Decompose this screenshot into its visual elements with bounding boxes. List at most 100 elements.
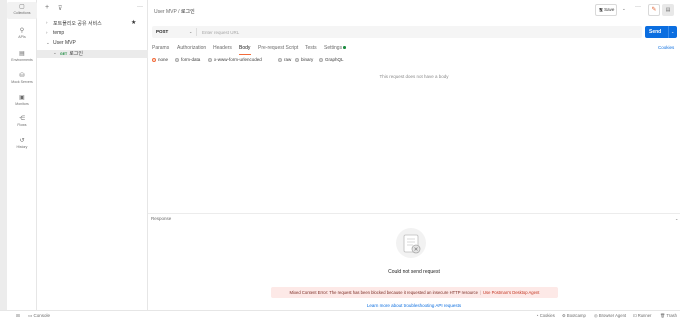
star-icon[interactable]: ★ <box>131 19 136 26</box>
rail-item-mock-servers[interactable]: ⛁ Mock Servers <box>7 73 37 84</box>
method-select[interactable]: POST <box>156 29 168 34</box>
body-option-label: x-www-form-urlencoded <box>214 57 262 62</box>
statusbar-label: Trash <box>666 313 677 318</box>
body-option-none[interactable]: none <box>152 57 168 62</box>
filter-icon[interactable]: ⊽ <box>58 5 62 12</box>
statusbar-bootcamp[interactable]: ⚙ Bootcamp <box>562 313 586 318</box>
send-label: Send <box>649 29 662 35</box>
edit-pencil-icon[interactable]: ✎ <box>648 4 660 16</box>
mock-servers-icon: ⛁ <box>19 73 25 79</box>
documentation-icon[interactable]: ▤ <box>662 4 674 16</box>
body-option-graphql[interactable]: GraphQL <box>319 57 344 62</box>
body-option-binary[interactable]: binary <box>295 57 313 62</box>
url-bar: POST ⌄ <box>152 26 642 38</box>
statusbar-runner[interactable]: ⊡ Runner <box>633 313 651 318</box>
body-type-options: none form-data x-www-form-urlencoded raw… <box>152 57 552 65</box>
error-banner: Mixed Content Error: The request has bee… <box>271 287 558 298</box>
banner-separator: | <box>479 290 482 295</box>
send-button[interactable]: Send ⌄ <box>645 26 677 38</box>
history-icon: ↺ <box>19 138 25 144</box>
radio-icon <box>295 57 299 62</box>
more-actions-icon[interactable]: ··· <box>635 4 641 16</box>
no-body-message: This request does not have a body <box>379 74 449 79</box>
body-option-label: raw <box>284 57 292 62</box>
tree-item-request[interactable]: ⌄ GET 로그인 <box>37 50 148 58</box>
rail-item-label: APIs <box>18 35 26 39</box>
body-option-label: GraphQL <box>325 57 344 62</box>
response-label: Response <box>151 216 172 221</box>
radio-icon <box>208 57 212 62</box>
body-option-label: form-data <box>181 57 201 62</box>
tree-item-collection[interactable]: › temp <box>37 30 148 38</box>
rail-item-label: Environments <box>11 58 33 62</box>
tab-body[interactable]: Body <box>239 45 250 51</box>
rail-item-monitors[interactable]: ▣ Monitors <box>7 95 37 106</box>
layout-toggle-icon[interactable]: ⊟ <box>16 313 20 319</box>
method-badge: GET <box>60 52 68 56</box>
request-workspace: User MVP / 로그인 🖫 Save ⌄ ··· ✎ ▤ POST ⌄ S… <box>148 0 680 310</box>
tab-pre-request-script[interactable]: Pre-request Script <box>258 45 298 51</box>
apis-icon: ⚲ <box>19 28 25 34</box>
tab-tests[interactable]: Tests <box>305 45 317 51</box>
flows-icon: ⋲ <box>19 116 25 122</box>
console-label: Console <box>33 313 51 318</box>
save-dropdown-chevron-icon[interactable]: ⌄ <box>622 6 626 18</box>
collections-icon: ▢ <box>19 4 25 10</box>
method-chevron-icon[interactable]: ⌄ <box>189 29 192 34</box>
desktop-agent-link[interactable]: Use Postman's Desktop Agent <box>483 290 539 295</box>
request-tabs: Params Authorization Headers Body Pre-re… <box>152 45 680 55</box>
save-label: Save <box>604 7 615 12</box>
add-collection-button[interactable]: + <box>45 4 49 11</box>
response-divider <box>148 213 680 214</box>
radio-icon <box>319 57 323 62</box>
tab-authorization[interactable]: Authorization <box>177 45 206 51</box>
url-input[interactable] <box>202 27 632 37</box>
radio-icon <box>278 57 282 62</box>
cookies-link[interactable]: Cookies <box>658 45 674 50</box>
statusbar-browser-agent[interactable]: ◎ Browser Agent <box>594 313 626 318</box>
tab-headers[interactable]: Headers <box>213 45 232 51</box>
radio-icon <box>175 57 179 62</box>
statusbar-cookies[interactable]: ◔ Cookies <box>536 313 555 318</box>
console-icon: ▭ <box>28 313 33 318</box>
console-button[interactable]: ▭ Console <box>28 313 50 319</box>
chevron-right-icon: › <box>46 30 48 35</box>
send-dropdown-chevron-icon[interactable]: ⌄ <box>671 26 674 38</box>
body-option-form-data[interactable]: form-data <box>175 57 200 62</box>
body-option-label: none <box>158 57 169 62</box>
tab-settings-label: Settings <box>324 45 343 51</box>
rail-item-collections[interactable]: ▢ Collections <box>7 2 37 19</box>
monitors-icon: ▣ <box>19 95 25 101</box>
statusbar-label: Browser Agent <box>598 313 627 318</box>
tab-params[interactable]: Params <box>152 45 169 51</box>
rail-item-flows[interactable]: ⋲ Flows <box>7 116 37 127</box>
body-option-x-www-form-urlencoded[interactable]: x-www-form-urlencoded <box>208 57 262 62</box>
postman-web-app: ▢ Collections ⚲ APIs ▤ Environments ⛁ Mo… <box>0 0 680 320</box>
tab-settings[interactable]: Settings <box>324 45 346 51</box>
body-option-label: binary <box>301 57 314 62</box>
rail-item-apis[interactable]: ⚲ APIs <box>7 28 37 39</box>
rail-item-history[interactable]: ↺ History <box>7 138 37 149</box>
breadcrumb-current[interactable]: 로그인 <box>181 9 195 15</box>
tree-item-collection[interactable]: › 포트폴리오 공유 서비스 ★ <box>37 20 148 28</box>
learn-more-link[interactable]: Learn more about troubleshooting API req… <box>148 303 680 308</box>
body-option-raw[interactable]: raw <box>278 57 291 62</box>
more-options-icon[interactable]: ··· <box>137 4 143 10</box>
send-divider <box>668 26 669 38</box>
tree-item-collection[interactable]: ⌄ User MVP <box>37 40 148 48</box>
tree-item-label: temp <box>53 30 65 36</box>
rail-item-label: Monitors <box>15 102 29 106</box>
rail-item-label: Collections <box>13 11 31 15</box>
collections-sidebar: + ⊽ ··· › 포트폴리오 공유 서비스 ★ › temp ⌄ User M… <box>37 0 148 310</box>
save-icon: 🖫 <box>599 7 603 12</box>
breadcrumb-parent[interactable]: User MVP <box>154 9 177 15</box>
chevron-down-icon: ⌄ <box>53 50 57 55</box>
icon-rail: ▢ Collections ⚲ APIs ▤ Environments ⛁ Mo… <box>7 0 37 310</box>
tree-item-label: User MVP <box>53 40 76 46</box>
statusbar-trash[interactable]: 🗑 Trash <box>660 313 677 319</box>
response-collapse-icon[interactable]: ⌄ <box>675 216 678 221</box>
rail-item-environments[interactable]: ▤ Environments <box>7 51 37 62</box>
save-button[interactable]: 🖫 Save <box>595 4 617 16</box>
rail-item-label: History <box>16 145 28 149</box>
error-message: Mixed Content Error: The request has bee… <box>289 290 478 295</box>
